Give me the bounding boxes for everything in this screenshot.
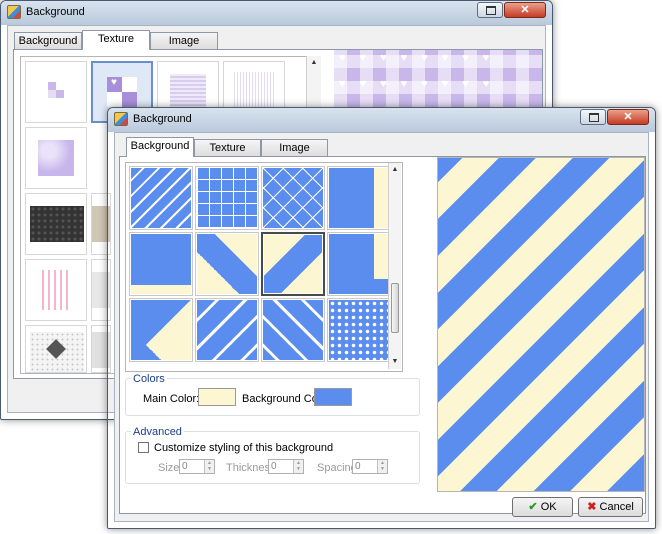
advanced-group-label: Advanced (131, 426, 184, 438)
thickness-value: 0 (271, 461, 277, 472)
tab-background[interactable]: Background (14, 32, 82, 50)
back-titlebar[interactable]: Background ✕ (1, 1, 552, 25)
restore-icon[interactable] (477, 2, 503, 18)
scroll-up-icon[interactable]: ▲ (389, 163, 401, 177)
close-icon[interactable]: ✕ (607, 109, 649, 125)
pattern-tile[interactable] (195, 298, 259, 362)
texture-tile[interactable] (25, 325, 87, 373)
tab-texture[interactable]: Texture (194, 139, 261, 157)
pattern-tile[interactable] (129, 298, 193, 362)
tab-image[interactable]: Image (261, 139, 328, 157)
pattern-list (125, 162, 403, 372)
front-titlebar[interactable]: Background ✕ (108, 108, 655, 132)
main-color-swatch[interactable] (198, 388, 236, 406)
check-icon: ✔ (528, 501, 538, 513)
app-icon (7, 5, 21, 19)
scroll-down-icon[interactable]: ▼ (389, 355, 401, 369)
pattern-tile[interactable] (327, 232, 391, 296)
size-value: 0 (182, 461, 188, 472)
spacing-input[interactable]: 0 ▲ ▼ (352, 459, 388, 474)
back-window-title: Background (26, 6, 85, 18)
colors-group-label: Colors (131, 373, 167, 385)
size-stepper[interactable]: ▲ ▼ (204, 460, 214, 473)
tab-background[interactable]: Background (126, 137, 194, 157)
background-panel: ▲ ▼ Colors Main Color: Background Color:… (119, 156, 646, 514)
close-icon[interactable]: ✕ (504, 2, 546, 18)
advanced-group (125, 431, 420, 484)
ok-button[interactable]: ✔ OK (512, 497, 573, 517)
pattern-tile[interactable] (129, 232, 193, 296)
pattern-tile[interactable] (327, 298, 391, 362)
customize-checkbox[interactable] (138, 442, 149, 453)
pattern-tile[interactable] (129, 166, 193, 230)
app-icon (114, 112, 128, 126)
scrollbar-thumb[interactable] (391, 283, 399, 333)
size-input[interactable]: 0 ▲ ▼ (179, 459, 215, 474)
texture-tile[interactable] (25, 61, 87, 123)
tab-texture[interactable]: Texture (82, 30, 150, 50)
pattern-scrollbar[interactable]: ▲ ▼ (388, 163, 401, 369)
ok-label: OK (540, 501, 557, 513)
tab-image[interactable]: Image (150, 32, 218, 50)
spacing-value: 0 (355, 461, 361, 472)
thickness-stepper[interactable]: ▲ ▼ (293, 460, 303, 473)
pattern-tile-selected[interactable] (261, 232, 325, 296)
pattern-tile[interactable] (261, 166, 325, 230)
front-window-title: Background (133, 113, 192, 125)
main-color-label: Main Color: (143, 393, 200, 405)
cancel-icon: ✖ (587, 501, 597, 513)
cancel-button[interactable]: ✖ Cancel (578, 497, 643, 517)
pattern-tile[interactable] (261, 298, 325, 362)
thickness-input[interactable]: 0 ▲ ▼ (268, 459, 304, 474)
texture-tile[interactable] (25, 259, 87, 321)
restore-icon[interactable] (580, 109, 606, 125)
front-client: Background Texture Image ▲ ▼ Colors Main… (114, 132, 649, 522)
pattern-tile[interactable] (327, 166, 391, 230)
pattern-tile[interactable] (195, 232, 259, 296)
background-color-swatch[interactable] (314, 388, 352, 406)
front-window: Background ✕ Background Texture Image ▲ … (107, 107, 656, 529)
pattern-tile[interactable] (195, 166, 259, 230)
texture-tile[interactable] (25, 193, 87, 255)
cancel-label: Cancel (599, 501, 634, 513)
spacing-stepper[interactable]: ▲ ▼ (377, 460, 387, 473)
scroll-up-icon[interactable]: ▲ (307, 56, 321, 70)
texture-tile[interactable] (25, 127, 87, 189)
background-preview (437, 157, 645, 492)
customize-checkbox-label[interactable]: Customize styling of this background (154, 442, 333, 454)
